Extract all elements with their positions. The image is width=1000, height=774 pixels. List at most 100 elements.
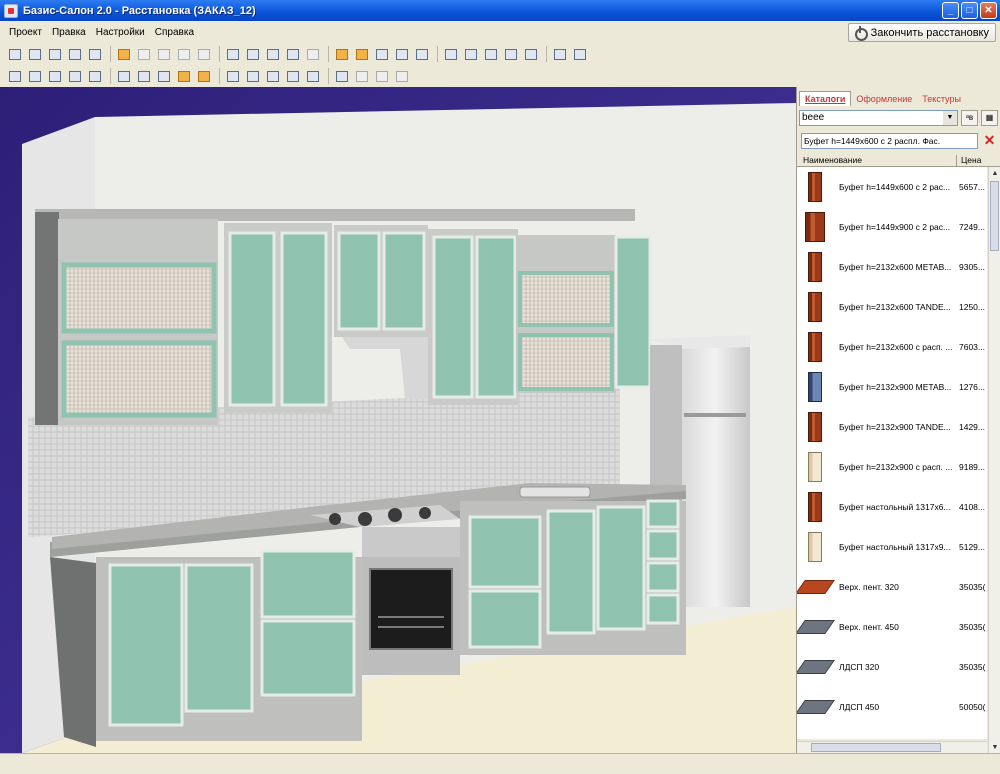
pencil-button[interactable] bbox=[482, 46, 499, 62]
redo-button[interactable] bbox=[135, 46, 152, 62]
lamp-button[interactable] bbox=[373, 46, 390, 62]
horizontal-scrollbar[interactable] bbox=[797, 741, 987, 753]
3d-viewport[interactable] bbox=[0, 87, 796, 753]
move-button[interactable] bbox=[442, 46, 459, 62]
filter-input[interactable]: Буфет h=1449x600 с 2 распл. Фас. bbox=[801, 132, 978, 149]
list-item[interactable]: Буфет настольный 1317x6... 4108... bbox=[797, 487, 987, 527]
chevron-down-icon[interactable]: ▼ bbox=[943, 110, 957, 125]
menu-settings[interactable]: Настройки bbox=[91, 27, 150, 38]
shade-button[interactable] bbox=[175, 68, 192, 84]
measure-button[interactable] bbox=[502, 46, 519, 62]
home-button[interactable] bbox=[86, 46, 103, 62]
scroll-down-icon[interactable]: ▼ bbox=[989, 741, 1000, 753]
open-button[interactable] bbox=[26, 46, 43, 62]
toolbar-separator bbox=[219, 68, 220, 84]
box-icon bbox=[335, 48, 348, 60]
list-item[interactable]: Буфет h=2132x900 METAB... 1276... bbox=[797, 367, 987, 407]
magnet-button[interactable] bbox=[284, 68, 301, 84]
view-right-button[interactable] bbox=[66, 68, 83, 84]
menu-project[interactable]: Проект bbox=[4, 27, 47, 38]
finish-arrangement-button[interactable]: Закончить расстановку bbox=[847, 23, 996, 42]
view-iso-button[interactable] bbox=[135, 68, 152, 84]
item-name: Буфет h=2132x600 TANDE... bbox=[839, 302, 951, 312]
paint-button[interactable] bbox=[522, 46, 539, 62]
magnet-icon bbox=[286, 70, 299, 82]
shelf-button[interactable] bbox=[353, 46, 370, 62]
tab-catalogs[interactable]: Каталоги bbox=[799, 91, 852, 106]
group-button[interactable] bbox=[393, 46, 410, 62]
report-button[interactable] bbox=[571, 46, 588, 62]
item-name: ЛДСП 450 bbox=[839, 702, 880, 712]
view-back-button[interactable] bbox=[115, 68, 132, 84]
menu-help[interactable]: Справка bbox=[150, 27, 199, 38]
column-price-header[interactable]: Цена bbox=[957, 155, 1000, 166]
scroll-up-icon[interactable]: ▲ bbox=[989, 167, 1000, 179]
new-button[interactable] bbox=[6, 46, 23, 62]
tab-textures[interactable]: Текстуры bbox=[917, 92, 966, 106]
list-item[interactable]: Буфет h=2132x600 METAB... 9305... bbox=[797, 247, 987, 287]
cut-button[interactable] bbox=[155, 46, 172, 62]
horizontal-scroll-thumb[interactable] bbox=[811, 743, 941, 752]
clear-filter-button[interactable]: ✕ bbox=[981, 132, 998, 149]
list-item[interactable]: Верх. пент. 450 35035( bbox=[797, 607, 987, 647]
select-button[interactable] bbox=[224, 46, 241, 62]
list-item[interactable]: Буфет h=2132x900 с расп. ... 9189... bbox=[797, 447, 987, 487]
snap-button[interactable] bbox=[264, 68, 281, 84]
move-axis-button[interactable] bbox=[304, 68, 321, 84]
close-button[interactable]: ✕ bbox=[980, 2, 997, 19]
list-item[interactable]: Буфет настольный 1317x9... 5129... bbox=[797, 527, 987, 567]
list-item[interactable]: ЛДСП 450 50050( bbox=[797, 687, 987, 727]
dim-button[interactable] bbox=[393, 68, 410, 84]
move-icon bbox=[444, 48, 457, 60]
tab-design[interactable]: Оформление bbox=[851, 92, 917, 106]
wire-button[interactable] bbox=[155, 68, 172, 84]
list-item[interactable]: ЛДСП 320 35035( bbox=[797, 647, 987, 687]
vertical-scrollbar[interactable]: ▲ ▼ bbox=[988, 167, 1000, 753]
minimize-button[interactable]: _ bbox=[942, 2, 959, 19]
print-button[interactable] bbox=[66, 46, 83, 62]
item-price: 1429... bbox=[959, 422, 985, 432]
list-item[interactable]: Верх. пент. 320 35035( bbox=[797, 567, 987, 607]
menu-edit[interactable]: Правка bbox=[47, 27, 91, 38]
dimension-button[interactable] bbox=[304, 46, 321, 62]
rotate-button[interactable] bbox=[333, 68, 350, 84]
list-item[interactable]: Буфет h=2132x600 TANDE... 1250... bbox=[797, 287, 987, 327]
view-top-button[interactable] bbox=[86, 68, 103, 84]
list-item[interactable]: Буфет h=1449x600 с 2 рас... 5657... bbox=[797, 167, 987, 207]
catalog-select-row: beee ▼ ᵃʙ ▦ bbox=[799, 109, 998, 126]
list-item[interactable]: Буфет h=2132x900 TANDE... 1429... bbox=[797, 407, 987, 447]
zoom-button[interactable] bbox=[6, 68, 23, 84]
chart-button[interactable] bbox=[284, 46, 301, 62]
solid-button[interactable] bbox=[195, 68, 212, 84]
sort-button[interactable]: ᵃʙ bbox=[961, 109, 978, 126]
box-button[interactable] bbox=[333, 46, 350, 62]
view-left-button[interactable] bbox=[46, 68, 63, 84]
item-price: 7603... bbox=[959, 342, 985, 352]
camera-button[interactable] bbox=[224, 68, 241, 84]
list-item[interactable]: Буфет h=1449x900 с 2 рас... 7249... bbox=[797, 207, 987, 247]
copy-button[interactable] bbox=[175, 46, 192, 62]
maximize-button[interactable]: □ bbox=[961, 2, 978, 19]
save-button[interactable] bbox=[46, 46, 63, 62]
table-button[interactable] bbox=[264, 46, 281, 62]
view-front-button[interactable] bbox=[26, 68, 43, 84]
paste-button[interactable] bbox=[195, 46, 212, 62]
align-button[interactable] bbox=[373, 68, 390, 84]
catalog-select[interactable]: beee ▼ bbox=[799, 109, 958, 126]
base-cabinet-left bbox=[96, 549, 362, 741]
grid-button[interactable] bbox=[244, 46, 261, 62]
scroll-thumb[interactable] bbox=[990, 181, 999, 251]
light-button[interactable] bbox=[244, 68, 261, 84]
catalog-button[interactable] bbox=[462, 46, 479, 62]
item-price: 5657... bbox=[959, 182, 985, 192]
calendar-button[interactable] bbox=[551, 46, 568, 62]
item-name: Буфет h=2132x600 METAB... bbox=[839, 262, 952, 272]
column-name-header[interactable]: Наименование bbox=[797, 155, 957, 166]
align-icon bbox=[375, 70, 388, 82]
upper-cabinet-glass-pair-2 bbox=[334, 225, 428, 337]
mirror-button[interactable] bbox=[353, 68, 370, 84]
place-button[interactable] bbox=[413, 46, 430, 62]
view-mode-button[interactable]: ▦ bbox=[981, 109, 998, 126]
list-item[interactable]: Буфет h=2132x600 с расп. ... 7603... bbox=[797, 327, 987, 367]
undo-button[interactable] bbox=[115, 46, 132, 62]
